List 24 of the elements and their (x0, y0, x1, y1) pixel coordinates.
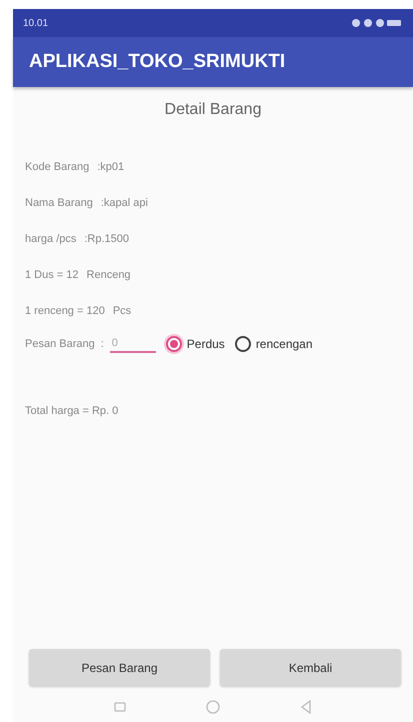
action-button[interactable]: Kembali (220, 649, 401, 686)
detail-value: :Rp.1500 (84, 233, 130, 245)
radio-icon[interactable] (166, 336, 182, 352)
status-time: 10.01 (23, 18, 48, 28)
detail-label: 1 renceng = 120 (25, 305, 105, 317)
detail-value: Pcs (112, 305, 132, 317)
total-price: Total harga = Rp. 0 (25, 405, 120, 417)
action-button[interactable]: Pesan Barang (29, 649, 210, 686)
detail-value: :kp01 (97, 161, 124, 173)
detail-label: 1 Dus = 12 (25, 269, 79, 281)
detail-value: :kapal api (100, 197, 148, 209)
radio-option[interactable]: rencengan (234, 336, 313, 352)
radio-icon[interactable] (234, 336, 251, 352)
colon: : (100, 338, 104, 350)
detail-label: Kode Barang (25, 161, 90, 173)
radio-option[interactable]: Perdus (166, 336, 225, 352)
home-icon[interactable] (204, 699, 221, 715)
status-icons (351, 18, 403, 28)
page-heading: Detail Barang (164, 101, 262, 119)
order-label: Pesan Barang (25, 338, 95, 350)
detail-label: harga /pcs (25, 233, 76, 245)
app-title: APLIKASI_TOKO_SRIMUKTI (29, 51, 286, 73)
detail-value: Renceng (86, 269, 131, 281)
detail-label: Nama Barang (25, 197, 93, 209)
